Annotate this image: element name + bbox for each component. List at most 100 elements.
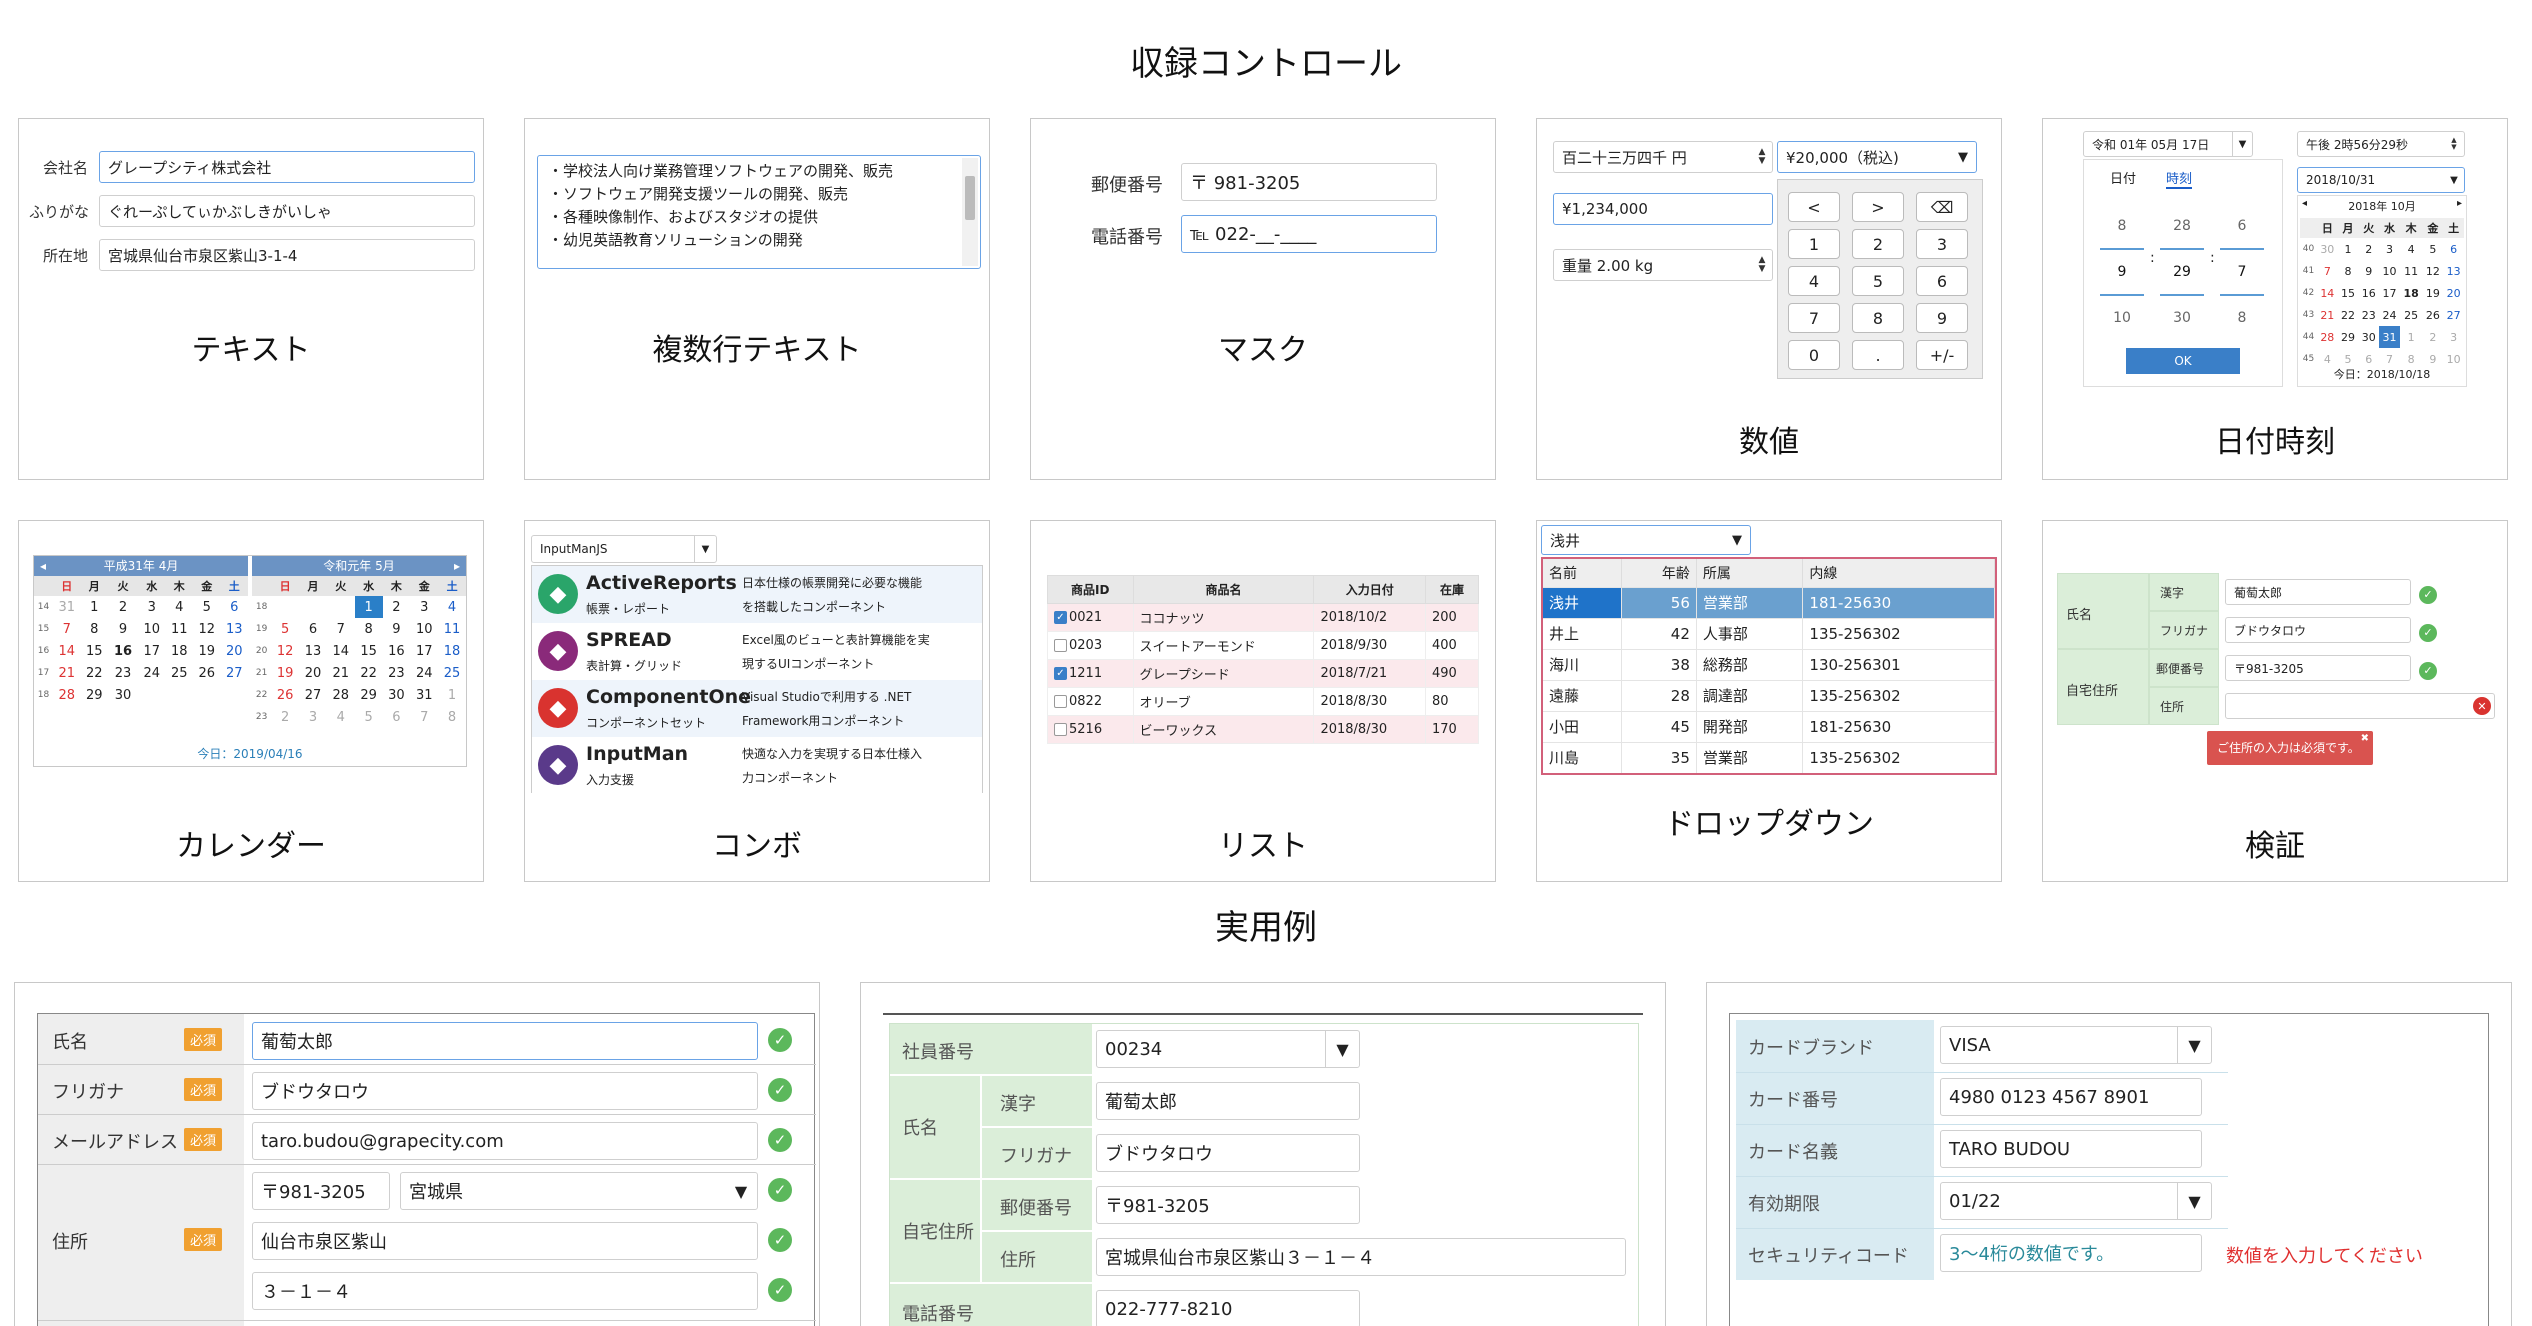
calendar-day[interactable]: 23 [2358,304,2379,326]
calendar-day[interactable]: 29 [355,684,383,706]
list-row[interactable]: 5216 ビーワックス 2018/8/30 170 [1047,715,1479,744]
calendar-day[interactable]: 22 [2338,304,2359,326]
phone-mask-input[interactable]: ℡ 022-__-____ [1181,215,1437,253]
dropdown-row[interactable]: 遠藤 28 調達部 135-256302 [1543,680,1995,711]
calendar-day[interactable]: 9 [108,618,138,640]
list-cell-stock[interactable]: 490 [1425,659,1479,688]
calendar-day[interactable]: 7 [2317,260,2338,282]
chevron-down-icon[interactable]: ▼ [1950,142,1976,172]
list-cell-id[interactable]: 0203 [1047,631,1134,660]
calendar-day[interactable]: 27 [2443,304,2464,326]
example-card-3[interactable]: カードブランド VISA ▼ カード番号 4980 0123 4567 8901 … [1706,982,2512,1326]
calc-key[interactable]: 5 [1852,266,1904,296]
combo-item[interactable]: ◆ ComponentOne コンポーネントセット Visual Studioで利用す… [532,680,982,737]
picker-col-second[interactable]: 6 7 8 [2220,204,2264,340]
postal-mask-input[interactable]: 〒 981-3205 [1181,163,1437,201]
calendar-day[interactable]: 16 [108,640,138,662]
calendar-day[interactable]: 11 [438,618,466,640]
row-checkbox[interactable]: ✓ [1054,611,1067,624]
list-cell-date[interactable]: 2018/10/2 [1313,603,1427,632]
expiry-select[interactable]: 01/22 ▼ [1940,1182,2212,1220]
multiline-textarea[interactable]: ・学校法人向け業務管理ソフトウェアの開発、販売 ・ソフトウェア開発支援ツールの開… [537,155,981,269]
chevron-down-icon[interactable]: ▼ [2177,1183,2211,1219]
calendar-day[interactable]: 1 [2400,326,2423,348]
list-column-header[interactable]: 商品ID [1047,575,1134,604]
calendar-day[interactable]: 20 [299,662,327,684]
card-brand-select[interactable]: VISA ▼ [1940,1026,2212,1064]
dropdown-cell[interactable]: 42 [1621,618,1697,649]
list-cell-date[interactable]: 2018/8/30 [1313,687,1427,716]
list-cell-date[interactable]: 2018/9/30 [1313,631,1427,660]
kana-input[interactable]: ブドウタロウ [2225,617,2411,643]
chevron-down-icon[interactable]: ▼ [694,536,716,562]
list-cell-stock[interactable]: 200 [1425,603,1479,632]
spin-buttons[interactable]: ▲ ▼ [1756,146,1768,168]
dropdown-row[interactable]: 小田 45 開発部 181-25630 [1543,711,1995,742]
calc-key[interactable]: 3 [1916,229,1968,259]
calendar-day[interactable]: 14 [53,640,80,662]
calendar-day[interactable]: 24 [2379,304,2400,326]
list-cell-stock[interactable]: 400 [1425,631,1479,660]
calendar-day[interactable]: 21 [53,662,80,684]
card-holder-input[interactable]: TARO BUDOU [1940,1130,2202,1168]
calendar-day[interactable]: 30 [383,684,411,706]
addr-input[interactable]: 宮城県仙台市泉区紫山３－１－４ [1096,1238,1626,1276]
calendar-day[interactable]: 31 [410,684,438,706]
dropdown-column-header[interactable]: 所属 [1696,559,1804,587]
calendar-day[interactable]: 3 [410,596,438,618]
calendar-day[interactable]: 12 [271,640,299,662]
date2-input[interactable]: 2018/10/31 ▼ [2297,167,2465,193]
today-label[interactable]: 今日：2018/10/18 [2298,366,2466,382]
calendar-day[interactable]: 23 [383,662,411,684]
kana-input[interactable]: ブドウタロウ [252,1072,758,1110]
furigana-input[interactable]: ぐれーぷしてぃかぶしきがいしゃ [99,195,475,227]
combo-input[interactable]: InputManJS ▼ [531,535,717,563]
calendar-day[interactable]: 10 [138,618,165,640]
dropdown-cell[interactable]: 海川 [1543,649,1622,680]
calendar-day[interactable]: 31 [2379,326,2400,348]
card-validation[interactable]: 氏名 漢字 葡萄太郎 ✓ フリガナ ブドウタロウ ✓ 自宅住所 郵便番号 〒98… [2042,520,2508,882]
calendar-day[interactable]: 8 [355,618,383,640]
calc-key[interactable]: . [1852,340,1904,370]
calendar-day[interactable]: 26 [271,684,299,706]
dropdown-cell[interactable]: 135-256302 [1802,680,1995,711]
calendar-day[interactable]: 7 [327,618,355,640]
calendar-day[interactable]: 10 [2379,260,2400,282]
calendar-day[interactable]: 2 [271,706,299,728]
list-row[interactable]: ✓ 1211 グレープシード 2018/7/21 490 [1047,659,1479,688]
row-checkbox[interactable] [1054,723,1067,736]
card-calendar[interactable]: ◂ 平成31年 4月 令和元年 5月 ▸ 日月火水木金土 14 31 1 2 3 4 5 6 15 7 8… [18,520,484,882]
calendar-day[interactable]: 27 [299,684,327,706]
street-input[interactable]: ３－１－４ [252,1272,758,1310]
dropdown-cell[interactable]: 28 [1621,680,1697,711]
calendar-day[interactable]: 28 [53,684,80,706]
calendar-day[interactable]: 18 [2400,282,2423,304]
dropdown-row[interactable]: 井上 42 人事部 135-256302 [1543,618,1995,649]
calendar-day[interactable]: 13 [299,640,327,662]
dropdown-cell[interactable]: 135-256302 [1802,618,1995,649]
calendar-day[interactable]: 28 [327,684,355,706]
postal-input[interactable]: 〒981-3205 [1096,1186,1360,1224]
calc-key[interactable]: 9 [1916,303,1968,333]
calendar-day[interactable]: 4 [438,596,466,618]
calendar-day[interactable]: 20 [220,640,248,662]
calendar-day[interactable]: 17 [138,640,165,662]
combo-item[interactable]: ◆ InputMan 入力支援 快適な入力を実現する日本仕様入 力コンポーネント [532,737,982,794]
dropdown-cell[interactable]: 45 [1621,711,1697,742]
calendar-day[interactable]: 1 [2338,238,2359,260]
calc-key[interactable]: 6 [1916,266,1968,296]
calendar-day[interactable]: 12 [2422,260,2443,282]
list-cell-name[interactable]: ココナッツ [1132,603,1315,632]
currency-input[interactable]: ¥1,234,000 [1553,193,1773,225]
email-input[interactable]: taro.budou@grapecity.com [252,1122,758,1160]
card-combo[interactable]: InputManJS ▼ ◆ ActiveReports 帳票・レポート 日本仕様の帳票… [524,520,990,882]
calendar-day[interactable]: 14 [2317,282,2338,304]
prev-month-icon[interactable]: ◂ [40,556,46,576]
dropdown-cell[interactable]: 35 [1621,742,1697,773]
dropdown-cell[interactable]: 井上 [1543,618,1622,649]
calendar-day[interactable]: 16 [2358,282,2379,304]
list-row[interactable]: 0822 オリーブ 2018/8/30 80 [1047,687,1479,716]
calendar-day[interactable]: 15 [2338,282,2359,304]
card-number-input[interactable]: 4980 0123 4567 8901 [1940,1078,2202,1116]
calendar-day[interactable]: 31 [53,596,80,618]
